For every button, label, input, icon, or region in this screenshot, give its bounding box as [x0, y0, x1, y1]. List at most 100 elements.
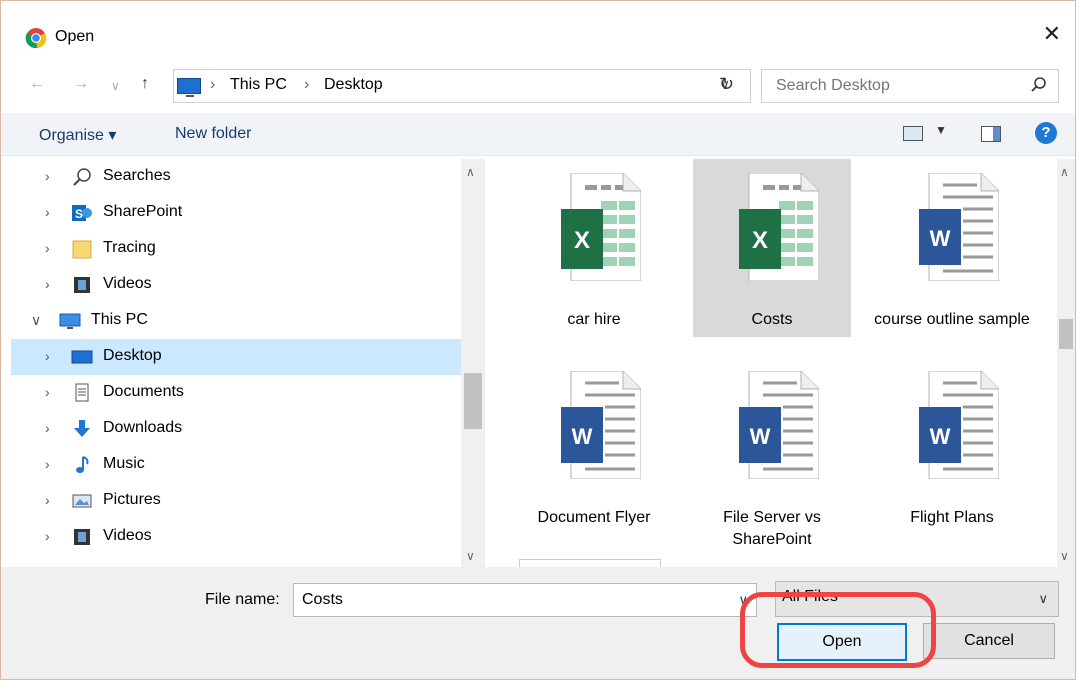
address-bar[interactable]: › This PC › Desktop ∨	[173, 69, 751, 103]
chevron-down-icon[interactable]: ∨	[1038, 591, 1048, 607]
dialog-title: Open	[55, 28, 95, 45]
svg-text:X: X	[752, 227, 768, 254]
svg-text:S: S	[75, 207, 83, 221]
excel-file-icon: X	[739, 173, 819, 281]
nav-item-pictures[interactable]: › Pictures	[11, 483, 461, 519]
file-name-input[interactable]: Costs ∨	[293, 583, 757, 617]
refresh-icon[interactable]: ↻	[719, 74, 734, 95]
file-name: course outline sample	[874, 311, 1030, 328]
back-button[interactable]: ←	[29, 75, 45, 93]
cancel-button[interactable]: Cancel	[923, 623, 1055, 659]
preview-pane-icon[interactable]	[981, 126, 1001, 142]
chevron-right-icon[interactable]: ›	[45, 240, 50, 256]
file-name: Document Flyer	[537, 509, 651, 526]
recent-dropdown[interactable]: ∨	[111, 79, 120, 93]
svg-text:W: W	[750, 424, 771, 449]
nav-item-label: Videos	[103, 275, 152, 292]
open-dialog: Open ✕ ← → ∨ ↑ › This PC › Desktop ∨ ↻ O…	[0, 0, 1076, 680]
word-file-icon: W	[739, 371, 819, 479]
folder-icon	[72, 240, 92, 259]
pc-icon	[59, 313, 81, 329]
nav-item-label: Pictures	[103, 491, 161, 508]
file-name: Flight Plans	[910, 509, 994, 526]
svg-text:W: W	[930, 424, 951, 449]
search-box[interactable]	[761, 69, 1059, 103]
highlight-annotation	[740, 592, 936, 668]
chevron-right-icon[interactable]: ›	[45, 276, 50, 292]
forward-button[interactable]: →	[73, 75, 89, 93]
chevron-right-icon[interactable]: ›	[45, 168, 50, 184]
music-icon	[76, 456, 89, 473]
excel-file-icon: X	[561, 173, 641, 281]
new-folder-button[interactable]: New folder	[175, 125, 251, 143]
nav-item-searches[interactable]: › Searches	[11, 159, 461, 195]
nav-item-label: This PC	[91, 311, 148, 328]
partial-file-item[interactable]	[519, 559, 661, 567]
file-item-costs[interactable]: X Costs	[693, 159, 851, 337]
downloads-icon	[74, 420, 90, 437]
file-item-course-outline-sample[interactable]: W course outline sample	[873, 159, 1031, 337]
view-dropdown-icon[interactable]: ▼	[935, 123, 947, 137]
scroll-thumb[interactable]	[464, 373, 482, 429]
word-file-icon: W	[919, 173, 999, 281]
scroll-down-icon[interactable]: ∨	[466, 549, 475, 563]
file-item-document-flyer[interactable]: W Document Flyer	[515, 357, 673, 535]
search-icon[interactable]	[1030, 76, 1048, 94]
pictures-icon	[72, 494, 92, 508]
help-icon[interactable]: ?	[1035, 122, 1057, 144]
nav-item-sharepoint[interactable]: › S SharePoint	[11, 195, 461, 231]
file-name-label: File name:	[205, 591, 280, 608]
chevron-right-icon[interactable]: ›	[45, 492, 50, 508]
nav-item-this-pc[interactable]: ∨ This PC	[11, 303, 461, 339]
crumb-separator: ›	[210, 76, 216, 93]
up-button[interactable]: ↑	[141, 75, 149, 93]
chevron-right-icon[interactable]: ›	[45, 204, 50, 220]
close-button[interactable]: ✕	[1043, 21, 1061, 47]
nav-item-label: Music	[103, 455, 145, 472]
scroll-up-icon[interactable]: ∧	[466, 165, 475, 179]
file-name: car hire	[567, 311, 621, 328]
crumb-desktop[interactable]: Desktop	[324, 76, 383, 94]
chevron-right-icon[interactable]: ›	[45, 420, 50, 436]
scroll-down-icon[interactable]: ∨	[1060, 549, 1069, 563]
nav-item-videos[interactable]: › Videos	[11, 267, 461, 303]
search-icon	[73, 168, 91, 186]
nav-item-label: Documents	[103, 383, 184, 400]
file-list: X car hire X Costs W course outline samp…	[487, 159, 1057, 567]
chevron-right-icon[interactable]: ›	[45, 384, 50, 400]
file-scrollbar[interactable]: ∧ ∨	[1057, 159, 1075, 567]
desktop-icon	[71, 350, 93, 364]
chevron-down-icon[interactable]: ∨	[31, 312, 41, 329]
svg-text:W: W	[930, 226, 951, 251]
nav-item-label: SharePoint	[103, 203, 183, 220]
svg-text:X: X	[574, 227, 590, 254]
nav-scrollbar[interactable]: ∧ ∨	[461, 159, 485, 567]
nav-item-downloads[interactable]: › Downloads	[11, 411, 461, 447]
chrome-icon	[25, 28, 47, 49]
nav-item-documents[interactable]: › Documents	[11, 375, 461, 411]
file-item-flight-plans[interactable]: W Flight Plans	[873, 357, 1031, 535]
file-name-value: Costs	[302, 591, 343, 608]
title-bar	[1, 1, 1075, 37]
video-icon	[74, 529, 90, 545]
organise-button[interactable]: Organise ▾	[39, 125, 116, 145]
file-item-file-server-vs-sharepoint[interactable]: W File Server vs SharePoint	[693, 357, 851, 548]
scroll-up-icon[interactable]: ∧	[1060, 165, 1069, 179]
chevron-right-icon[interactable]: ›	[45, 528, 50, 544]
chevron-right-icon[interactable]: ›	[45, 348, 50, 364]
chevron-right-icon[interactable]: ›	[45, 456, 50, 472]
file-name: Costs	[751, 311, 793, 328]
view-options-icon[interactable]	[903, 126, 923, 141]
nav-item-videos-2[interactable]: › Videos	[11, 519, 461, 555]
file-item-car-hire[interactable]: X car hire	[515, 159, 673, 337]
nav-item-desktop[interactable]: › Desktop	[11, 339, 461, 375]
nav-item-music[interactable]: › Music	[11, 447, 461, 483]
nav-item-label: Desktop	[103, 347, 162, 364]
nav-item-tracing[interactable]: › Tracing	[11, 231, 461, 267]
crumb-this-pc[interactable]: This PC	[230, 76, 287, 94]
nav-item-label: Downloads	[103, 419, 183, 436]
sharepoint-icon: S	[72, 205, 92, 221]
search-input[interactable]	[774, 76, 1018, 96]
scroll-thumb[interactable]	[1059, 319, 1073, 349]
video-icon	[74, 277, 90, 293]
